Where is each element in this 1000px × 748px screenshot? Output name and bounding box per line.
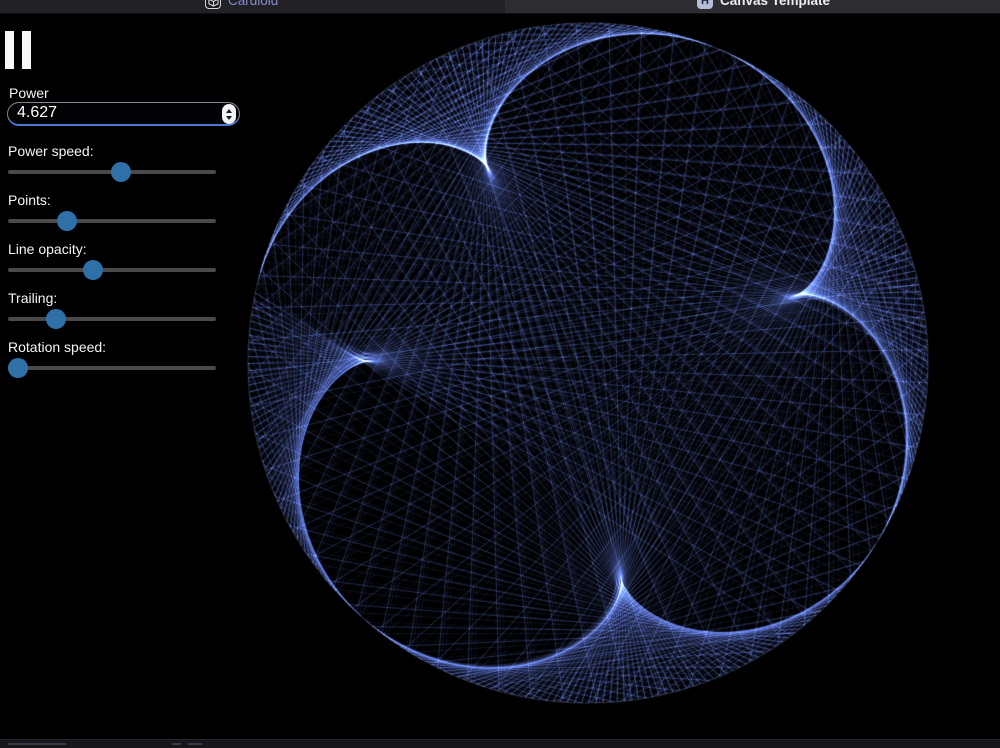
power-label: Power — [9, 85, 49, 101]
pause-icon — [22, 31, 31, 69]
stepper-down-icon — [226, 116, 232, 120]
points-label: Points: — [8, 192, 218, 208]
bottom-bar-marks — [8, 743, 66, 745]
bottom-bar — [0, 739, 1000, 748]
line-opacity-label: Line opacity: — [8, 241, 218, 257]
slider-trailing[interactable] — [8, 309, 216, 329]
h-icon: H — [697, 0, 713, 9]
pause-button[interactable] — [5, 31, 31, 69]
trailing-label: Trailing: — [8, 290, 218, 306]
points-group: Points: — [8, 192, 218, 231]
bottom-bar-marks — [172, 743, 181, 745]
slider-power-speed[interactable] — [8, 162, 216, 182]
power-input-wrap — [7, 102, 240, 126]
number-stepper[interactable] — [222, 104, 236, 124]
rotation-speed-group: Rotation speed: — [8, 339, 218, 378]
slider-points[interactable] — [8, 211, 216, 231]
trailing-group: Trailing: — [8, 290, 218, 329]
tab-canvas-template[interactable]: H Canvas Template — [505, 0, 1000, 13]
power-speed-group: Power speed: — [8, 143, 218, 182]
power-input[interactable] — [7, 102, 240, 126]
bottom-bar-marks — [188, 743, 202, 745]
power-speed-label: Power speed: — [8, 143, 218, 159]
line-opacity-group: Line opacity: — [8, 241, 218, 280]
stepper-up-icon — [226, 109, 232, 113]
slider-rotation-speed[interactable] — [8, 358, 216, 378]
rotation-speed-label: Rotation speed: — [8, 339, 218, 355]
control-panel: Power Power speed: Points: Line opacity:… — [0, 0, 246, 430]
app-window: Cardioid H Canvas Template Power Power s… — [0, 0, 1000, 748]
pause-icon — [5, 31, 14, 69]
slider-line-opacity[interactable] — [8, 260, 216, 280]
tab-label-canvas-template: Canvas Template — [720, 0, 830, 9]
